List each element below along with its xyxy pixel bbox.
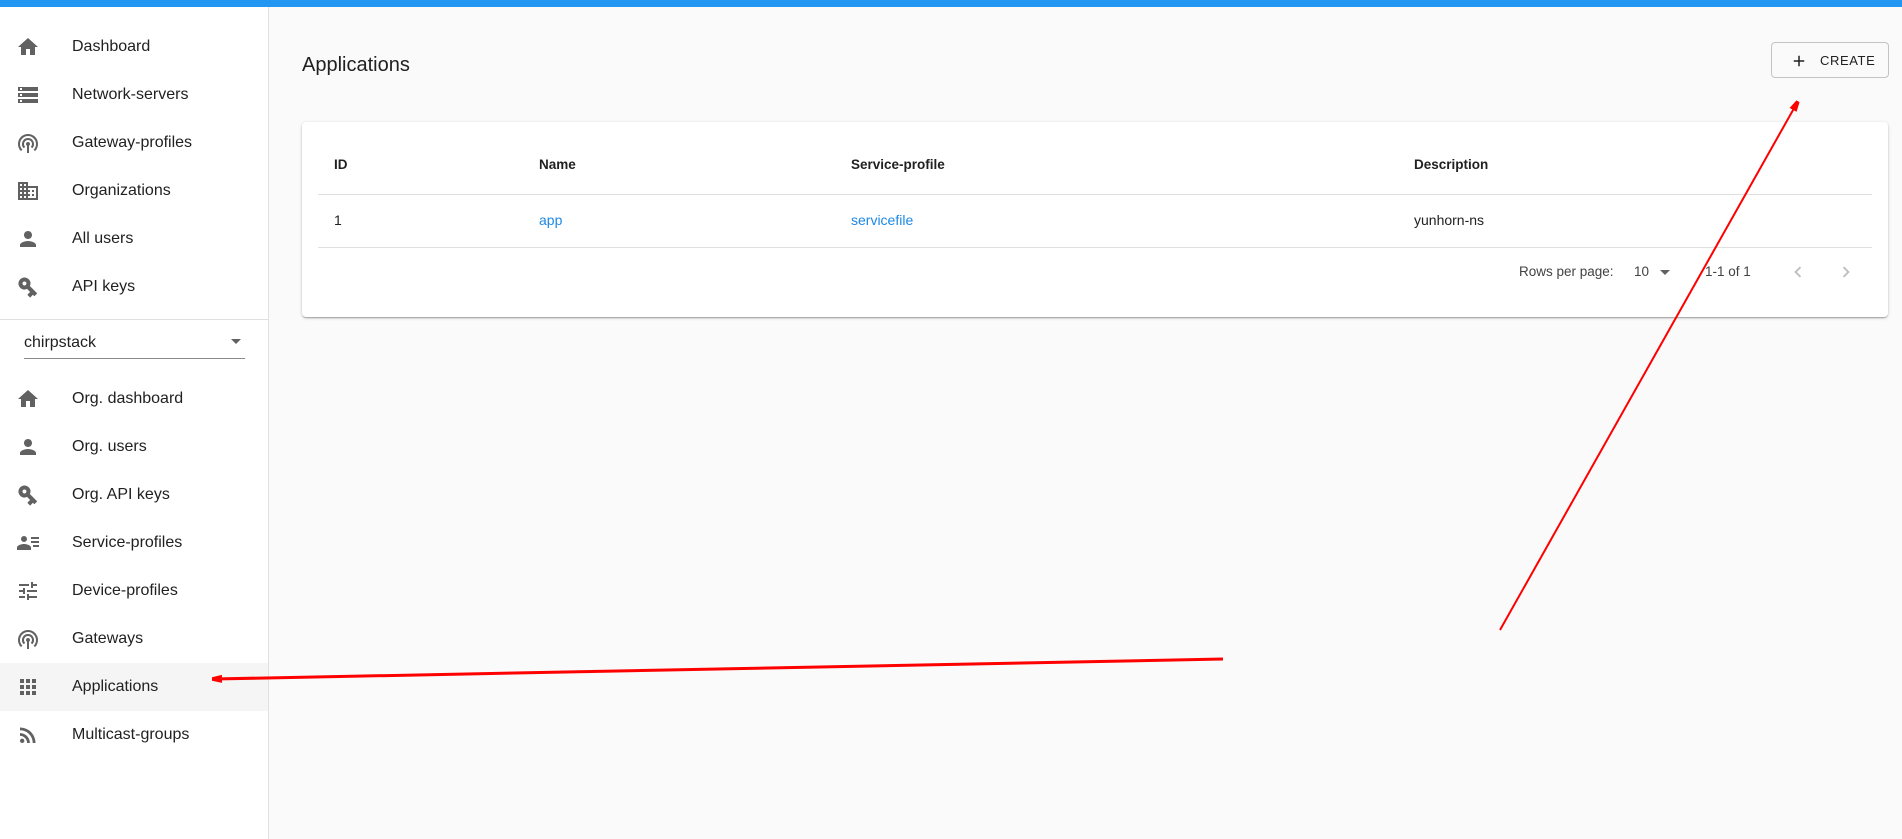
account-details-icon xyxy=(16,531,40,555)
sidebar-item-gateways[interactable]: Gateways xyxy=(0,615,268,663)
user-icon xyxy=(16,227,40,251)
sidebar-item-org-users[interactable]: Org. users xyxy=(0,423,268,471)
sidebar-item-label: Dashboard xyxy=(72,38,151,55)
sidebar-item-network-servers[interactable]: Network-servers xyxy=(0,71,268,119)
chevron-right-icon xyxy=(1842,266,1850,278)
rows-per-page-label: Rows per page: xyxy=(1519,264,1614,279)
user-icon xyxy=(16,435,40,459)
column-header-name: Name xyxy=(539,157,576,172)
sidebar-item-label: Device-profiles xyxy=(72,582,178,599)
column-header-service-profile: Service-profile xyxy=(851,157,945,172)
sidebar-item-applications[interactable]: Applications xyxy=(0,663,268,711)
cell-description: yunhorn-ns xyxy=(1414,212,1485,228)
sidebar-item-label: Org. API keys xyxy=(72,486,170,503)
sidebar-item-api-keys[interactable]: API keys xyxy=(0,263,268,311)
top-accent-bar xyxy=(0,0,1902,7)
cell-service-profile-link[interactable]: servicefile xyxy=(851,212,913,228)
sidebar-item-service-profiles[interactable]: Service-profiles xyxy=(0,519,268,567)
create-button[interactable]: CREATE xyxy=(1771,42,1889,78)
sidebar-item-org-dashboard[interactable]: Org. dashboard xyxy=(0,375,268,423)
home-icon xyxy=(16,387,40,411)
sidebar-divider xyxy=(0,319,268,320)
next-page-button[interactable] xyxy=(1832,258,1860,286)
page-title: Applications xyxy=(302,54,410,76)
rows-per-page-select[interactable]: 10 xyxy=(1629,260,1675,284)
header-divider xyxy=(318,194,1872,195)
pagination-range: 1-1 of 1 xyxy=(1705,264,1751,279)
applications-table: ID Name Service-profile Description 1 ap… xyxy=(302,122,1888,317)
home-icon xyxy=(16,35,40,59)
sidebar-item-all-users[interactable]: All users xyxy=(0,215,268,263)
rows-per-page-value: 10 xyxy=(1634,264,1650,279)
sidebar-item-label: Gateway-profiles xyxy=(72,134,193,151)
organization-select-value: chirpstack xyxy=(24,334,97,351)
sidebar-item-label: API keys xyxy=(72,278,136,295)
sidebar: Dashboard Network-servers Gateway-profil… xyxy=(0,7,269,839)
cell-id: 1 xyxy=(334,212,342,228)
sidebar-item-label: Org. dashboard xyxy=(72,390,184,407)
sidebar-item-label: All users xyxy=(72,230,134,247)
sidebar-item-label: Multicast-groups xyxy=(72,726,190,743)
sidebar-item-gateway-profiles[interactable]: Gateway-profiles xyxy=(0,119,268,167)
row-divider xyxy=(318,247,1872,248)
sidebar-item-organizations[interactable]: Organizations xyxy=(0,167,268,215)
sidebar-item-label: Org. users xyxy=(72,438,147,455)
column-header-id: ID xyxy=(334,157,348,172)
chevron-left-icon xyxy=(1794,266,1802,278)
cell-name-link[interactable]: app xyxy=(539,212,562,228)
chevron-down-icon xyxy=(1660,270,1670,275)
sidebar-item-label: Service-profiles xyxy=(72,534,183,551)
server-icon xyxy=(16,83,40,107)
annotation-arrow-to-applications xyxy=(214,657,1224,679)
sidebar-item-multicast-groups[interactable]: Multicast-groups xyxy=(0,711,268,759)
sidebar-item-label: Gateways xyxy=(72,630,144,647)
plus-icon xyxy=(1790,52,1808,70)
key-icon xyxy=(16,483,40,507)
sidebar-item-label: Organizations xyxy=(72,182,171,199)
column-header-description: Description xyxy=(1414,157,1489,172)
sidebar-item-dashboard[interactable]: Dashboard xyxy=(0,23,268,71)
radio-tower-icon xyxy=(16,131,40,155)
rss-icon xyxy=(16,723,40,747)
sidebar-item-label: Applications xyxy=(72,678,159,695)
organization-select[interactable]: chirpstack xyxy=(24,327,245,359)
building-icon xyxy=(16,179,40,203)
chevron-down-icon xyxy=(231,339,241,344)
create-button-label: CREATE xyxy=(1820,53,1876,68)
sidebar-item-org-api-keys[interactable]: Org. API keys xyxy=(0,471,268,519)
sidebar-item-label: Network-servers xyxy=(72,86,189,103)
key-icon xyxy=(16,275,40,299)
tune-icon xyxy=(16,579,40,603)
radio-tower-icon xyxy=(16,627,40,651)
previous-page-button[interactable] xyxy=(1784,258,1812,286)
sidebar-item-device-profiles[interactable]: Device-profiles xyxy=(0,567,268,615)
apps-grid-icon xyxy=(16,675,40,699)
